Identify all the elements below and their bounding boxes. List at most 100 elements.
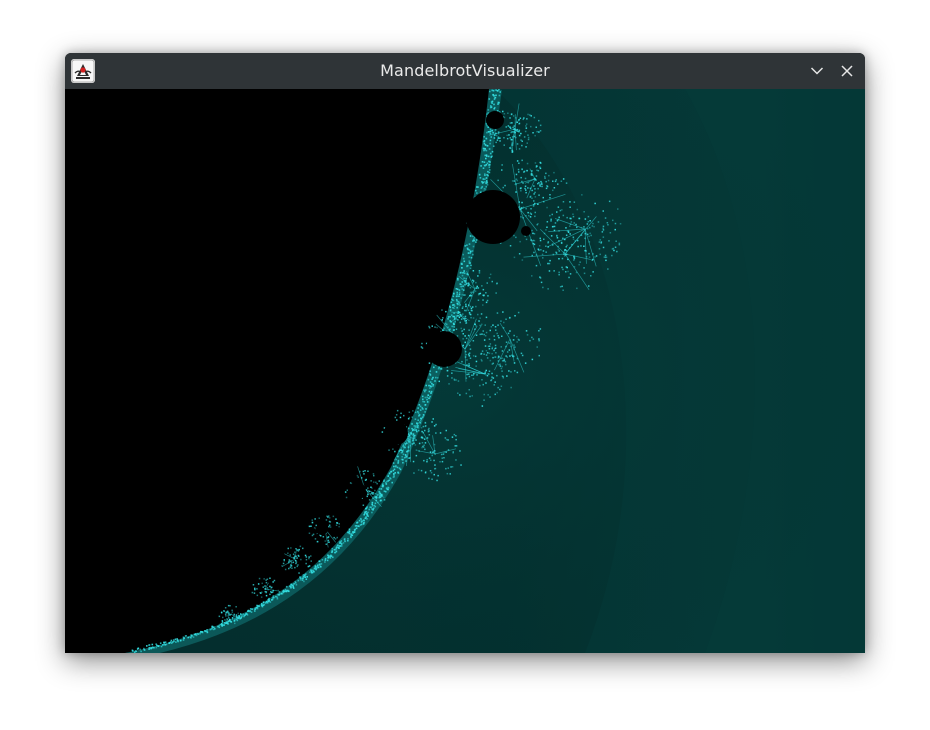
filament-dot [547, 242, 549, 244]
filament-dot [566, 244, 568, 247]
filament-dot [538, 119, 540, 122]
filament-dot [283, 559, 285, 561]
filament-dot [305, 578, 308, 580]
filament-dot [433, 459, 435, 462]
filament-dot [236, 619, 239, 622]
filament-dot [461, 267, 463, 269]
filament-dot [497, 357, 499, 359]
filament-dot [414, 444, 417, 446]
filament-dot [514, 346, 516, 348]
filament-dot [615, 240, 617, 242]
filament-dot [562, 214, 565, 217]
filament-dot [284, 568, 287, 571]
filament-dot [510, 138, 512, 141]
filament-dot [589, 232, 591, 235]
filament-dot [421, 442, 424, 444]
filament-dot [508, 134, 510, 136]
filament-dot [485, 369, 487, 372]
filament-dot [356, 474, 359, 477]
filament-dot [489, 396, 491, 398]
filament-dot [465, 305, 467, 307]
filament-dot [468, 355, 471, 357]
filament-dot [452, 452, 454, 454]
filament-dot [498, 94, 501, 97]
filament-dot [551, 244, 554, 246]
filament-dot [458, 302, 460, 304]
filament-dot [524, 130, 527, 133]
filament-dot [256, 607, 259, 610]
filament-dot [567, 270, 569, 273]
filament-dot [380, 488, 383, 490]
filament-dot [483, 399, 485, 401]
filament-dot [538, 245, 541, 247]
filament-dot [418, 442, 421, 445]
filament-dot [497, 386, 499, 389]
filament-dot [426, 396, 428, 399]
filament-dot [290, 586, 292, 589]
filament-dot [494, 381, 496, 383]
filament-dot [472, 240, 474, 242]
filament-dot [336, 536, 338, 539]
filament-dot [482, 178, 484, 180]
bulb-small-2 [316, 523, 328, 535]
filament-dot [558, 240, 560, 242]
filament-dot [587, 227, 589, 230]
filament-dot [438, 380, 440, 383]
filament-dot [257, 583, 260, 585]
filament-dot [477, 313, 479, 316]
filament-dot [489, 152, 492, 155]
filament-dot [373, 504, 376, 507]
filament-dot [530, 239, 532, 241]
filament-dot [518, 122, 521, 125]
filament-dot [572, 213, 574, 215]
filament-dot [328, 517, 331, 519]
filament-dot [512, 126, 514, 129]
filament-dot [364, 517, 367, 520]
filament-dot [504, 184, 506, 187]
filament-dot [269, 593, 271, 596]
filament-dot [534, 191, 536, 194]
fractal-canvas[interactable] [65, 89, 865, 653]
filament-dot [308, 557, 310, 560]
filament-dot [469, 348, 472, 350]
filament-dot [237, 612, 239, 615]
close-button[interactable] [837, 61, 857, 81]
filament-dot [462, 285, 464, 287]
title-bar[interactable]: MandelbrotVisualizer [65, 53, 865, 89]
filament-dot [288, 567, 290, 570]
filament-dot [485, 182, 487, 184]
filament-dot [483, 135, 485, 138]
filament-dot [224, 619, 226, 621]
filament-dot [541, 253, 544, 256]
filament-dot [435, 376, 437, 379]
filament-dot [483, 339, 486, 341]
filament-dot [617, 208, 619, 210]
filament-dot [506, 375, 508, 377]
filament-dot [475, 360, 478, 363]
filament-dot [559, 209, 562, 212]
filament-dot [421, 395, 424, 398]
filament-dot [534, 188, 536, 190]
filament-dot [513, 256, 516, 259]
filament-dot [491, 363, 494, 365]
filament-dot [455, 438, 457, 441]
minimize-button[interactable] [807, 61, 827, 81]
filament-dot [479, 384, 481, 387]
filament-dot [583, 245, 585, 247]
filament-dot [254, 588, 256, 591]
filament-dot [365, 478, 367, 481]
filament-dot [461, 281, 463, 283]
filament-dot [453, 326, 456, 328]
filament-dot [499, 137, 501, 139]
filament-dot [455, 311, 457, 314]
filament-dot [467, 284, 469, 287]
filament-dot [445, 451, 447, 453]
filament-dot [505, 341, 508, 343]
filament-dot [518, 119, 520, 121]
filament-dot [238, 616, 241, 618]
filament-dot [398, 467, 401, 469]
filament-dot [561, 266, 563, 269]
filament-dot [578, 217, 580, 220]
filament-dot [426, 460, 428, 463]
filament-dot [518, 134, 521, 137]
